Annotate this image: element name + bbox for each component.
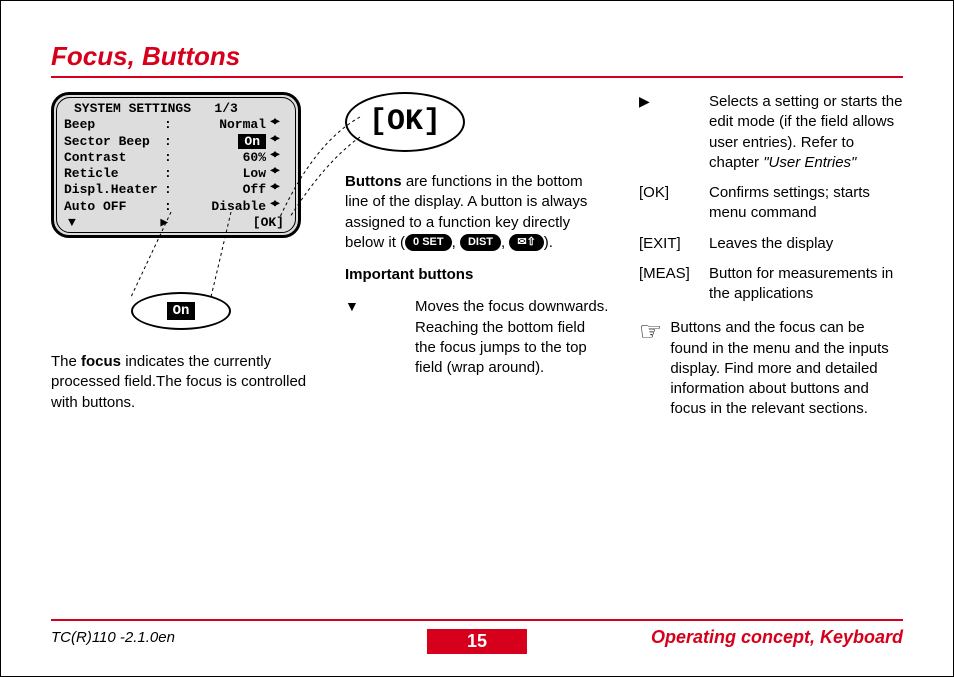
keycap-mail: ✉⇧ <box>509 234 543 251</box>
focus-zoom-callout: On <box>131 292 231 330</box>
def-exit-key: [EXIT] <box>639 234 699 254</box>
focus-zoom-value: On <box>167 302 196 321</box>
lcd-value: Off <box>176 182 270 198</box>
down-triangle-icon: ▼ <box>345 297 359 316</box>
lcd-label: Auto OFF <box>64 199 164 215</box>
lcd-value: Normal <box>176 117 270 133</box>
lcd-label: Sector Beep <box>64 134 164 150</box>
page-number: 15 <box>427 629 527 654</box>
footer-chapter: Operating concept, Keyboard <box>477 627 903 648</box>
keycap-dist: DIST <box>460 234 501 251</box>
lcd-value: On <box>176 134 270 150</box>
lcd-right-arrow: ▶ <box>160 215 168 231</box>
def-exit-val: Leaves the display <box>709 234 903 254</box>
lcd-display: SYSTEM SETTINGS 1/3 Beep:Normal◀▶ Sector… <box>51 92 301 238</box>
right-description: Selects a setting or starts the edit mod… <box>709 92 903 173</box>
keycap-0set: 0 SET <box>405 234 452 251</box>
page-title: Focus, Buttons <box>51 41 903 72</box>
right-triangle-icon: ▶ <box>639 92 650 111</box>
def-ok-key: [OK] <box>639 183 699 224</box>
lcd-label: Beep <box>64 117 164 133</box>
lcd-label: Contrast <box>64 150 164 166</box>
important-buttons-heading: Important buttons <box>345 266 473 283</box>
def-ok-val: Confirms settings; starts menu command <box>709 183 903 224</box>
focus-paragraph: The focus indicates the currently proces… <box>51 352 315 413</box>
lcd-value: Low <box>176 166 270 182</box>
lcd-value: Disable <box>176 199 270 215</box>
footer-doc-id: TC(R)110 -2.1.0en <box>51 629 477 646</box>
lcd-value: 60% <box>176 150 270 166</box>
pointing-hand-icon: ☞ <box>639 318 662 419</box>
lcd-label: Reticle <box>64 166 164 182</box>
hand-note-paragraph: Buttons and the focus can be found in th… <box>670 318 903 419</box>
down-description: Moves the focus downwards. Reaching the … <box>415 297 609 378</box>
buttons-paragraph: Buttons are functions in the bottom line… <box>345 172 609 253</box>
def-meas-key: [MEAS] <box>639 264 699 305</box>
lcd-header: SYSTEM SETTINGS 1/3 <box>64 101 288 117</box>
def-meas-val: Button for measurements in the applicati… <box>709 264 903 305</box>
lcd-down-arrow: ▼ <box>68 215 76 231</box>
lcd-label: Displ.Heater <box>64 182 164 198</box>
